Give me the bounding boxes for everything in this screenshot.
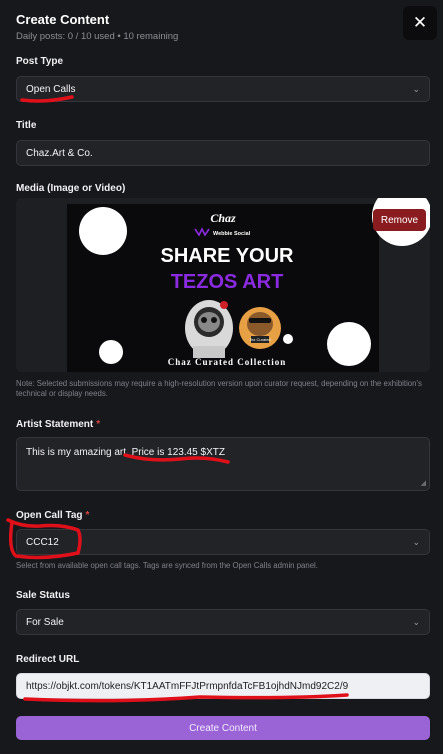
required-marker: * (85, 510, 90, 521)
redirect-url-value: https://objkt.com/tokens/KT1AATmFFJtPrmp… (26, 680, 349, 692)
remove-media-button[interactable]: Remove (373, 209, 426, 231)
chevron-down-icon: ⌄ (412, 536, 420, 547)
title-input[interactable]: Chaz.Art & Co. (16, 140, 430, 166)
redirect-url-label: Redirect URL (16, 654, 80, 665)
sale-status-label: Sale Status (16, 590, 70, 601)
post-type-value: Open Calls (26, 83, 76, 95)
required-marker: * (96, 419, 101, 430)
artist-statement-textarea[interactable]: This is my amazing art. Price is 123.45 … (16, 437, 430, 491)
open-call-tag-label-text: Open Call Tag (16, 510, 83, 521)
create-content-panel: Create Content Daily posts: 0 / 10 used … (0, 0, 443, 754)
post-type-select[interactable]: Open Calls ⌄ (16, 76, 430, 102)
close-button[interactable]: ✕ (403, 6, 437, 40)
daily-posts-status: Daily posts: 0 / 10 used • 10 remaining (16, 31, 179, 42)
artist-statement-label: Artist Statement * (16, 419, 100, 430)
create-content-button[interactable]: Create Content (16, 716, 430, 740)
title-value: Chaz.Art & Co. (26, 147, 93, 159)
close-icon: ✕ (412, 13, 428, 32)
chevron-down-icon: ⌄ (412, 83, 420, 94)
post-type-label: Post Type (16, 56, 64, 67)
resize-handle-icon[interactable]: ◢ (421, 479, 426, 487)
artist-statement-value: This is my amazing art. Price is 123.45 … (26, 447, 225, 458)
title-label: Title (16, 120, 37, 131)
open-call-tag-select[interactable]: CCC12 ⌄ (16, 529, 430, 555)
media-label: Media (Image or Video) (16, 183, 126, 194)
chevron-down-icon: ⌄ (412, 616, 420, 627)
open-call-tag-value: CCC12 (26, 536, 59, 548)
media-preview: Chaz Webbie Social SHARE YOUR TEZOS ART (16, 198, 430, 372)
media-decor (372, 198, 430, 246)
media-note: Note: Selected submissions may require a… (16, 379, 422, 398)
panel-title: Create Content (16, 12, 110, 27)
open-call-tag-label: Open Call Tag * (16, 510, 89, 521)
redirect-url-input[interactable]: https://objkt.com/tokens/KT1AATmFFJtPrmp… (16, 673, 430, 699)
annotation-overlay (6, 95, 349, 703)
sale-status-value: For Sale (26, 616, 64, 628)
sale-status-select[interactable]: For Sale ⌄ (16, 609, 430, 635)
artist-statement-label-text: Artist Statement (16, 419, 94, 430)
open-call-tag-help: Select from available open call tags. Ta… (16, 561, 318, 570)
